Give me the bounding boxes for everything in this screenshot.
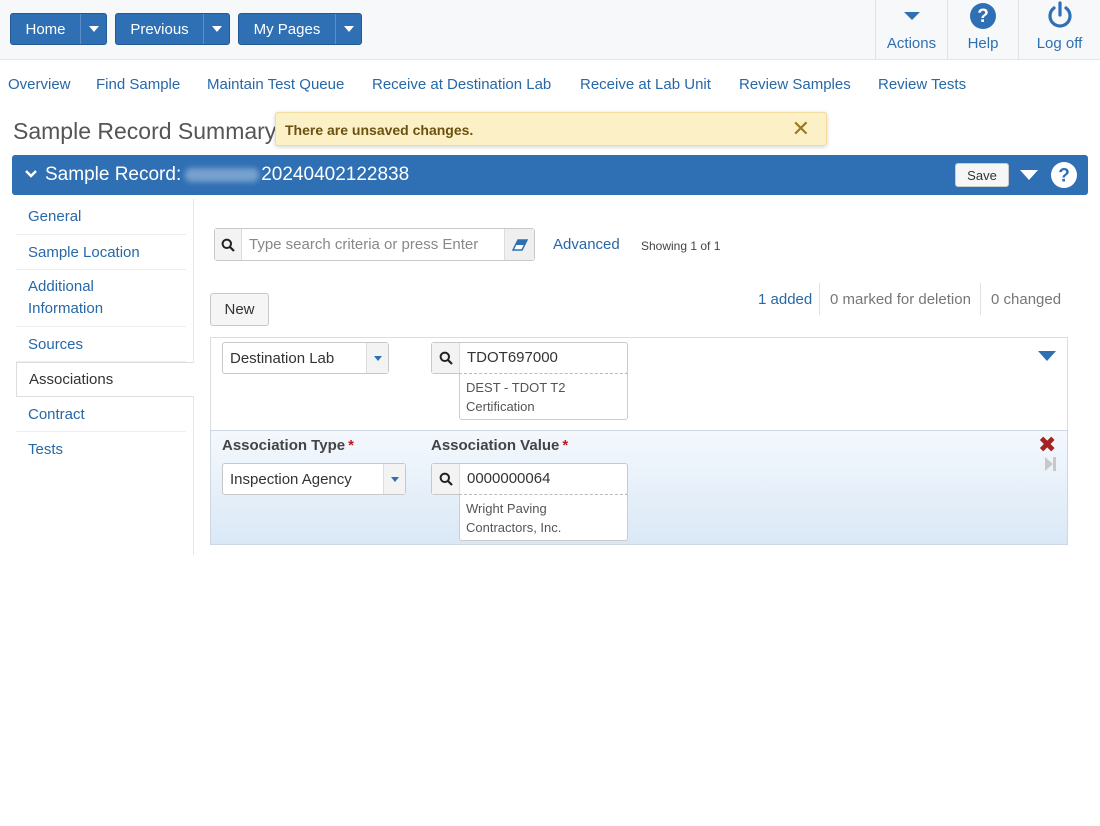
search-icon[interactable] xyxy=(432,343,460,373)
unsaved-changes-toast: There are unsaved changes. ✕ xyxy=(275,112,827,146)
my-pages-dropdown[interactable] xyxy=(335,14,361,44)
association-type-value: Destination Lab xyxy=(230,350,335,367)
log-off-label: Log off xyxy=(1036,35,1083,52)
tab-maintain-test-queue[interactable]: Maintain Test Queue xyxy=(207,76,344,93)
association-value: 0000000064 xyxy=(467,470,551,487)
home-label: Home xyxy=(25,20,66,38)
nav-item-associations[interactable]: Associations xyxy=(16,362,194,397)
association-type-select[interactable]: Destination Lab xyxy=(222,342,389,374)
previous-label: Previous xyxy=(130,20,189,38)
association-row-edit: Association Type * Association Value * Ins… xyxy=(210,430,1068,545)
association-type-label: Association Type * xyxy=(222,437,354,454)
top-bar: Home Previous My Pages Actions ? Help Lo… xyxy=(0,0,1100,60)
tab-review-tests[interactable]: Review Tests xyxy=(878,76,966,93)
svg-text:?: ? xyxy=(1058,166,1070,187)
save-button[interactable]: Save xyxy=(955,163,1009,187)
association-value-field[interactable]: 0000000064 xyxy=(431,463,628,495)
tab-receive-at-lab-unit[interactable]: Receive at Lab Unit xyxy=(580,76,711,93)
association-description: Wright Paving Contractors, Inc. xyxy=(459,494,628,541)
nav-item-general[interactable]: General xyxy=(16,199,186,235)
new-button[interactable]: New xyxy=(210,293,269,326)
association-value-label: Association Value * xyxy=(431,437,569,454)
association-type-select[interactable]: Inspection Agency xyxy=(222,463,406,495)
log-off-button[interactable]: Log off xyxy=(1018,0,1100,60)
help-icon: ? xyxy=(970,3,996,29)
nav-item-additional-information[interactable]: Additional Information xyxy=(16,270,186,327)
previous-button[interactable]: Previous xyxy=(115,13,230,45)
tab-overview[interactable]: Overview xyxy=(8,76,71,93)
tab-receive-at-destination-lab[interactable]: Receive at Destination Lab xyxy=(372,76,551,93)
my-pages-label: My Pages xyxy=(253,20,321,38)
home-button[interactable]: Home xyxy=(10,13,107,45)
added-count[interactable]: 1 added xyxy=(758,291,812,308)
chevron-down-icon[interactable] xyxy=(383,464,405,494)
power-icon xyxy=(1047,1,1072,28)
help-button[interactable]: ? Help xyxy=(947,0,1018,60)
chevron-down-icon xyxy=(88,26,99,32)
caret-down-icon xyxy=(903,12,920,20)
nav-item-sources[interactable]: Sources xyxy=(16,327,186,362)
description-line: Wright Paving xyxy=(466,501,547,516)
marked-for-deletion-count: 0 marked for deletion xyxy=(830,291,971,308)
my-pages-button[interactable]: My Pages xyxy=(238,13,362,45)
page-title: Sample Record Summary xyxy=(13,118,277,144)
redacted-text xyxy=(185,167,260,182)
delete-icon[interactable]: ✖ xyxy=(1038,434,1056,456)
expand-row-icon[interactable] xyxy=(1038,351,1056,361)
nav-item-sample-location[interactable]: Sample Location xyxy=(16,235,186,270)
tab-review-samples[interactable]: Review Samples xyxy=(739,76,851,93)
divider xyxy=(819,283,820,315)
description-line: Certification xyxy=(466,399,535,414)
svg-text:?: ? xyxy=(977,6,989,27)
record-header: Sample Record: 20240402122838 Save ? xyxy=(12,155,1088,195)
chevron-down-icon xyxy=(211,26,222,32)
nav-item-tests[interactable]: Tests xyxy=(16,432,186,467)
close-icon[interactable]: ✕ xyxy=(792,118,810,140)
search-icon[interactable] xyxy=(215,229,242,260)
association-value: TDOT697000 xyxy=(467,349,558,366)
eraser-icon[interactable] xyxy=(504,229,534,260)
search-input[interactable] xyxy=(243,229,505,260)
association-type-value: Inspection Agency xyxy=(230,471,352,488)
actions-label: Actions xyxy=(886,35,937,52)
advanced-search-link[interactable]: Advanced xyxy=(553,236,620,253)
search-box xyxy=(214,228,535,261)
association-description: DEST - TDOT T2 Certification xyxy=(459,373,628,420)
tab-find-sample[interactable]: Find Sample xyxy=(96,76,180,93)
record-title: Sample Record: 20240402122838 xyxy=(45,164,409,186)
record-count: Showing 1 of 1 xyxy=(641,239,721,253)
caret-down-icon[interactable] xyxy=(1020,170,1038,180)
toast-message: There are unsaved changes. xyxy=(285,122,474,138)
section-nav: General Sample Location Additional Infor… xyxy=(16,199,194,555)
search-icon[interactable] xyxy=(432,464,460,494)
help-icon[interactable]: ? xyxy=(1050,161,1078,189)
actions-menu[interactable]: Actions xyxy=(875,0,947,60)
record-label: Sample Record: xyxy=(45,164,182,185)
description-line: Contractors, Inc. xyxy=(466,520,562,535)
chevron-down-icon[interactable] xyxy=(366,343,388,373)
previous-dropdown[interactable] xyxy=(203,14,229,44)
changed-count: 0 changed xyxy=(991,291,1062,308)
association-row: Destination Lab TDOT697000 DEST - TDOT T… xyxy=(210,337,1068,430)
home-dropdown[interactable] xyxy=(80,14,106,44)
chevron-down-icon[interactable] xyxy=(24,167,38,181)
divider xyxy=(980,283,981,315)
nav-item-contract[interactable]: Contract xyxy=(16,397,186,432)
chevron-down-icon xyxy=(343,26,354,32)
skip-forward-icon[interactable] xyxy=(1044,456,1058,472)
association-value-field[interactable]: TDOT697000 xyxy=(431,342,628,374)
help-label: Help xyxy=(967,35,999,52)
record-id: 20240402122838 xyxy=(261,164,410,185)
description-line: DEST - TDOT T2 xyxy=(466,380,566,395)
